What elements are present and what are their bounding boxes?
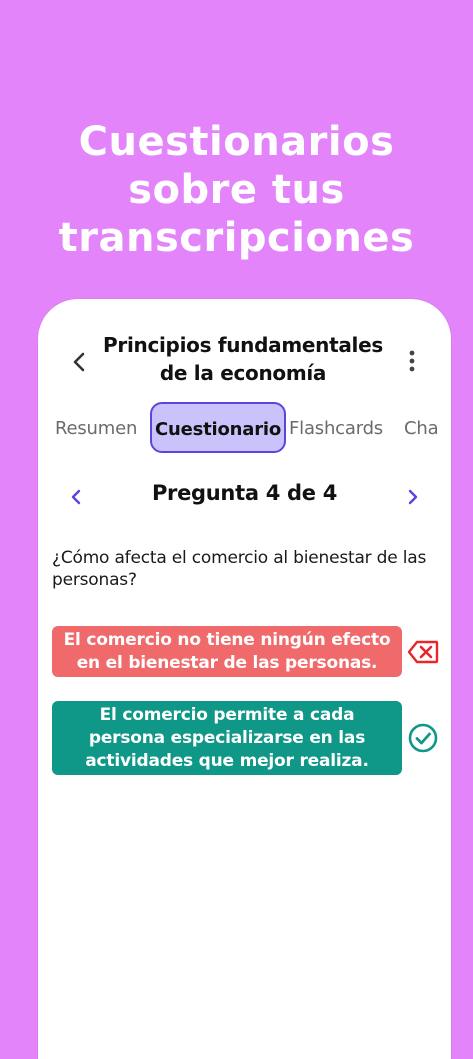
tab-bar: Resumen Cuestionario Flashcards Cha	[52, 402, 438, 458]
tab-cuestionario[interactable]: Cuestionario	[150, 402, 287, 453]
question-navigator: Pregunta 4 de 4	[38, 477, 451, 517]
next-question-button[interactable]	[399, 483, 427, 511]
hero-heading: Cuestionarios sobre tus transcripciones	[0, 118, 473, 262]
tab-flashcards[interactable]: Flashcards	[289, 402, 383, 456]
question-counter: Pregunta 4 de 4	[151, 481, 338, 505]
correct-status	[406, 721, 440, 755]
chevron-left-icon	[73, 352, 85, 372]
tab-resumen[interactable]: Resumen	[55, 402, 137, 456]
tab-chat[interactable]: Cha	[404, 402, 438, 456]
back-button[interactable]	[64, 347, 94, 377]
hero-line-3: transcripciones	[58, 215, 415, 261]
page-title-line-1: Principios fundamentales	[103, 333, 383, 357]
chevron-left-icon	[71, 489, 81, 505]
hero-line-1: Cuestionarios	[78, 119, 395, 165]
answer-text: El comercio permite a cada persona espec…	[85, 704, 369, 771]
previous-question-button[interactable]	[62, 483, 90, 511]
answer-option-incorrect[interactable]: El comercio no tiene ningún efecto en el…	[52, 626, 402, 677]
more-vertical-icon	[409, 350, 415, 372]
backspace-x-icon	[407, 640, 439, 664]
app-header: Principios fundamentales de la economía	[38, 329, 451, 391]
more-options-button[interactable]	[398, 345, 426, 377]
check-circle-icon	[408, 723, 438, 753]
answer-option-correct[interactable]: El comercio permite a cada persona espec…	[52, 701, 402, 775]
question-text: ¿Cómo afecta el comercio al bienestar de…	[52, 548, 427, 590]
phone-screen: Principios fundamentales de la economía …	[38, 299, 451, 1059]
hero-line-2: sobre tus	[128, 167, 345, 213]
chevron-right-icon	[408, 489, 418, 505]
incorrect-status	[406, 635, 440, 669]
page-title: Principios fundamentales de la economía	[98, 331, 388, 387]
answer-text: El comercio no tiene ningún efecto en el…	[63, 629, 391, 673]
page-title-line-2: de la economía	[159, 361, 327, 385]
